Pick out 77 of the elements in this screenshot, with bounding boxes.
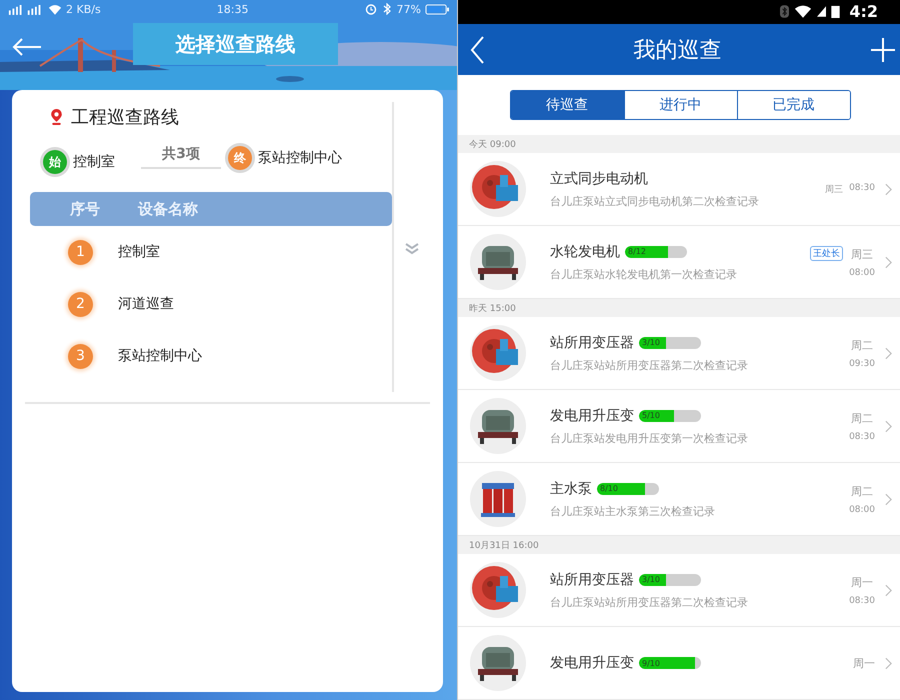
item-day: 周二: [851, 410, 874, 426]
item-description: 台儿庄泵站水轮发电机第一次检查记录: [550, 266, 738, 282]
assignee-tag: 王处长: [810, 246, 844, 260]
device-name: 河道巡查: [118, 295, 174, 313]
alarm-icon: [364, 3, 377, 15]
item-time: 08:30: [849, 596, 875, 606]
sequence-badge: 2: [68, 292, 93, 316]
plus-icon[interactable]: [871, 38, 895, 62]
wifi-icon: [48, 4, 62, 14]
tab[interactable]: 已完成: [736, 91, 850, 120]
group-header: 10月31日 16:00: [458, 536, 900, 554]
battery-icon: [424, 4, 449, 14]
item-time: 08:00: [849, 504, 875, 514]
bluetooth-icon: [780, 5, 790, 18]
device-name: 泵站控制中心: [118, 347, 202, 365]
double-chevron-down-icon[interactable]: [404, 242, 420, 256]
item-description: 台儿庄泵站站所用变压器第二次检查记录: [550, 594, 749, 610]
status-time: 18:35: [216, 2, 248, 16]
item-title: 发电用升压变: [550, 406, 634, 424]
group-header: 昨天 15:00: [458, 299, 900, 317]
item-time: 09:30: [849, 358, 875, 368]
item-time: 08:30: [849, 182, 875, 194]
item-count: 共3项: [141, 145, 221, 169]
chevron-right-icon[interactable]: [885, 346, 892, 360]
item-time: 08:30: [849, 432, 875, 442]
item-day: 周二: [851, 484, 874, 498]
chevron-right-icon[interactable]: [885, 492, 892, 506]
network-speed: 2 KB/s: [66, 2, 101, 16]
item-description: 台儿庄泵站立式同步电动机第二次检查记录: [550, 194, 760, 208]
back-arrow-icon[interactable]: [12, 38, 42, 56]
item-day: 周一: [851, 574, 874, 590]
item-title: 站所用变压器: [550, 570, 634, 588]
back-chevron-icon[interactable]: [470, 36, 484, 64]
end-badge: 终: [228, 146, 252, 170]
column-header: 序号: [70, 200, 100, 218]
page-title: 我的巡查: [634, 36, 722, 65]
chevron-right-icon[interactable]: [885, 182, 892, 196]
item-title: 站所用变压器: [550, 334, 634, 352]
location-pin-icon: [50, 108, 63, 126]
battery-icon: [831, 5, 840, 18]
status-time: 4:2: [849, 2, 878, 22]
item-title: 主水泵: [550, 480, 592, 498]
signal-icon: [817, 5, 826, 18]
column-header: 设备名称: [138, 200, 198, 218]
chevron-right-icon[interactable]: [885, 256, 892, 268]
progress-text: 8/10: [600, 484, 618, 493]
wifi-icon: [794, 5, 812, 18]
progress-text: 3/10: [642, 575, 660, 584]
chevron-right-icon[interactable]: [885, 584, 892, 596]
group-header: 今天 09:00: [458, 135, 900, 153]
item-day: 周三: [851, 246, 874, 262]
progress-text: 5/10: [642, 411, 660, 420]
item-time: 08:00: [849, 268, 875, 278]
page-title: 选择巡查路线: [133, 23, 338, 65]
battery-percent: 77%: [396, 2, 421, 16]
item-title: 立式同步电动机: [550, 170, 648, 188]
progress-text: 3/10: [642, 338, 660, 347]
item-description: 台儿庄泵站主水泵第三次检查记录: [550, 504, 716, 518]
chevron-right-icon[interactable]: [885, 656, 892, 670]
route-title: 工程巡查路线: [71, 106, 179, 129]
item-title: 水轮发电机: [550, 242, 620, 260]
progress-text: 9/10: [642, 658, 660, 668]
end-point: 泵站控制中心: [258, 149, 342, 167]
tab[interactable]: 待巡查: [510, 91, 624, 120]
start-point: 控制室: [73, 153, 115, 171]
sequence-badge: 3: [68, 344, 93, 368]
device-name: 控制室: [118, 243, 160, 261]
item-day: 周三: [825, 182, 844, 196]
item-title: 发电用升压变: [550, 654, 634, 672]
progress-text: 8/12: [628, 247, 646, 256]
start-badge: 始: [43, 150, 67, 174]
chevron-right-icon[interactable]: [885, 420, 892, 432]
item-day: 周一: [853, 656, 875, 670]
item-description: 台儿庄泵站站所用变压器第二次检查记录: [550, 358, 749, 372]
item-description: 台儿庄泵站发电用升压变第一次检查记录: [550, 430, 749, 446]
item-day: 周二: [851, 338, 874, 352]
sequence-badge: 1: [68, 240, 93, 264]
